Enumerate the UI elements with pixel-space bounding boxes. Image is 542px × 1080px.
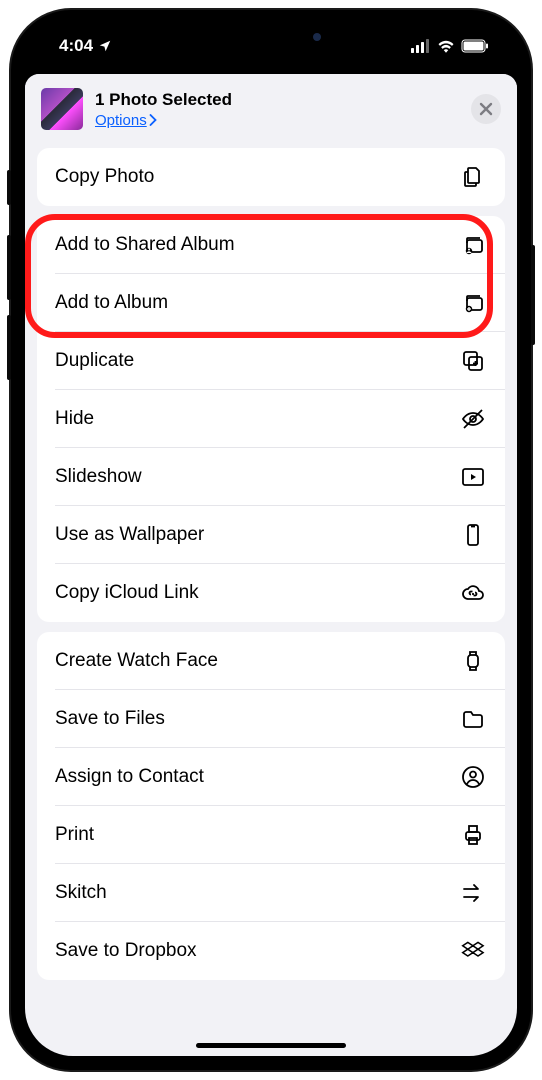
actions-list: Copy Photo Add to Shared Album <box>25 148 517 980</box>
status-time: 4:04 <box>49 36 112 56</box>
row-label: Skitch <box>55 882 107 904</box>
options-label: Options <box>95 112 147 129</box>
watch-face-row[interactable]: Create Watch Face <box>37 632 505 690</box>
row-label: Add to Shared Album <box>55 234 235 256</box>
sheet-header: 1 Photo Selected Options <box>25 74 517 148</box>
skitch-row[interactable]: Skitch <box>37 864 505 922</box>
copy-photo-row[interactable]: Copy Photo <box>37 148 505 206</box>
contact-icon <box>459 763 487 791</box>
add-shared-album-row[interactable]: Add to Shared Album <box>37 216 505 274</box>
slideshow-icon <box>459 463 487 491</box>
row-label: Use as Wallpaper <box>55 524 204 546</box>
photo-thumbnail[interactable] <box>41 88 83 130</box>
save-files-row[interactable]: Save to Files <box>37 690 505 748</box>
action-group: Copy Photo <box>37 148 505 206</box>
watch-icon <box>459 647 487 675</box>
hide-row[interactable]: Hide <box>37 390 505 448</box>
wallpaper-row[interactable]: Use as Wallpaper <box>37 506 505 564</box>
row-label: Slideshow <box>55 466 142 488</box>
power-button <box>531 245 535 345</box>
row-label: Assign to Contact <box>55 766 204 788</box>
share-sheet: 1 Photo Selected Options Copy Photo <box>25 74 517 1056</box>
assign-contact-row[interactable]: Assign to Contact <box>37 748 505 806</box>
shared-album-icon <box>459 231 487 259</box>
close-icon <box>479 102 493 116</box>
row-label: Save to Files <box>55 708 165 730</box>
row-label: Add to Album <box>55 292 168 314</box>
cloud-link-icon <box>459 579 487 607</box>
add-album-icon <box>459 289 487 317</box>
icloud-link-row[interactable]: Copy iCloud Link <box>37 564 505 622</box>
volume-up-button <box>7 235 11 300</box>
side-button <box>7 170 11 205</box>
sheet-title: 1 Photo Selected <box>95 90 459 110</box>
dropbox-row[interactable]: Save to Dropbox <box>37 922 505 980</box>
volume-down-button <box>7 315 11 380</box>
folder-icon <box>459 705 487 733</box>
action-group: Add to Shared Album Add to Album Duplica… <box>37 216 505 622</box>
print-icon <box>459 821 487 849</box>
duplicate-icon <box>459 347 487 375</box>
notch <box>166 24 376 52</box>
row-label: Duplicate <box>55 350 134 372</box>
time-label: 4:04 <box>59 36 93 56</box>
row-label: Save to Dropbox <box>55 940 197 962</box>
phone-frame: 4:04 <box>11 10 531 1070</box>
home-indicator[interactable] <box>196 1043 346 1048</box>
slideshow-row[interactable]: Slideshow <box>37 448 505 506</box>
hide-icon <box>459 405 487 433</box>
row-label: Create Watch Face <box>55 650 218 672</box>
dropbox-icon <box>459 937 487 965</box>
row-label: Print <box>55 824 94 846</box>
copy-doc-icon <box>459 163 487 191</box>
row-label: Copy iCloud Link <box>55 582 199 604</box>
action-group: Create Watch Face Save to Files Assign t… <box>37 632 505 980</box>
print-row[interactable]: Print <box>37 806 505 864</box>
location-icon <box>98 39 112 53</box>
row-label: Copy Photo <box>55 166 154 188</box>
wifi-icon <box>437 39 455 53</box>
skitch-icon <box>459 879 487 907</box>
duplicate-row[interactable]: Duplicate <box>37 332 505 390</box>
add-album-row[interactable]: Add to Album <box>37 274 505 332</box>
options-link[interactable]: Options <box>95 112 459 129</box>
row-label: Hide <box>55 408 94 430</box>
battery-icon <box>461 39 489 53</box>
wallpaper-icon <box>459 521 487 549</box>
close-button[interactable] <box>471 94 501 124</box>
screen: 4:04 <box>25 24 517 1056</box>
cellular-icon <box>411 39 431 53</box>
